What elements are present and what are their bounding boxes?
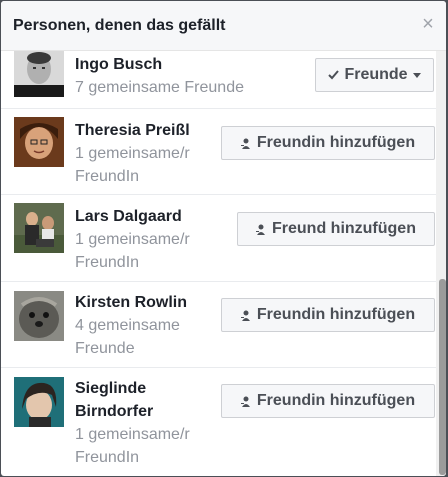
likes-dialog: Personen, denen das gefällt × Ingo Busch…: [1, 1, 446, 476]
list-item: Sieglinde Birndorfer 1 gemeinsame/r Freu…: [1, 368, 436, 476]
people-list: Ingo Busch 7 gemeinsame Freunde Freunde: [1, 51, 436, 476]
add-friend-button[interactable]: Freundin hinzufügen: [221, 298, 435, 332]
person-name[interactable]: Ingo Busch: [75, 53, 162, 76]
mutual-friends[interactable]: 4 gemeinsame: [75, 314, 180, 337]
avatar[interactable]: [14, 51, 64, 97]
add-friend-button[interactable]: Freund hinzufügen: [237, 212, 435, 246]
add-friend-button[interactable]: Freundin hinzufügen: [221, 384, 435, 418]
dialog-title: Personen, denen das gefällt: [13, 17, 226, 34]
list-item: Lars Dalgaard 1 gemeinsame/r FreundIn Fr…: [1, 195, 436, 282]
avatar[interactable]: [14, 203, 64, 253]
chevron-down-icon: [412, 72, 421, 78]
avatar[interactable]: [14, 377, 64, 427]
person-name[interactable]: Theresia Preißl: [75, 119, 190, 142]
add-friend-icon: [256, 224, 265, 235]
mutual-friends-line2[interactable]: FreundIn: [75, 251, 139, 274]
person-name[interactable]: Lars Dalgaard: [75, 205, 182, 228]
add-friend-icon: [240, 310, 250, 321]
add-friend-icon: [240, 396, 250, 407]
add-friend-button-label: Freundin hinzufügen: [256, 134, 416, 151]
add-friend-button-label: Freund hinzufügen: [272, 220, 416, 237]
add-friend-button-label: Freundin hinzufügen: [256, 392, 416, 409]
avatar[interactable]: [14, 117, 64, 167]
friends-button[interactable]: Freunde: [315, 58, 434, 92]
add-friend-button-label: Freundin hinzufügen: [256, 306, 416, 323]
person-name[interactable]: Sieglinde: [75, 377, 146, 400]
close-icon[interactable]: ×: [420, 14, 436, 34]
list-item: Theresia Preißl 1 gemeinsame/r FreundIn …: [1, 109, 436, 195]
scrollbar-thumb[interactable]: [439, 279, 446, 475]
avatar[interactable]: [14, 291, 64, 341]
add-friend-icon: [240, 138, 250, 149]
person-name-line2[interactable]: Birndorfer: [75, 400, 153, 423]
list-item: Kirsten Rowlin 4 gemeinsame Freunde Freu…: [1, 282, 436, 368]
checkmark-icon: [328, 70, 340, 80]
mutual-friends-line2[interactable]: FreundIn: [75, 446, 139, 469]
mutual-friends-line2[interactable]: Freunde: [75, 337, 135, 360]
dialog-header: Personen, denen das gefällt ×: [1, 1, 446, 51]
mutual-friends[interactable]: 1 gemeinsame/r: [75, 142, 190, 165]
mutual-friends[interactable]: 1 gemeinsame/r: [75, 423, 190, 446]
list-item: Ingo Busch 7 gemeinsame Freunde Freunde: [1, 51, 436, 109]
mutual-friends-line2[interactable]: FreundIn: [75, 165, 139, 188]
mutual-friends[interactable]: 7 gemeinsame Freunde: [75, 76, 244, 99]
mutual-friends[interactable]: 1 gemeinsame/r: [75, 228, 190, 251]
friends-button-label: Freunde: [344, 66, 408, 83]
add-friend-button[interactable]: Freundin hinzufügen: [221, 126, 435, 160]
person-name[interactable]: Kirsten Rowlin: [75, 291, 187, 314]
